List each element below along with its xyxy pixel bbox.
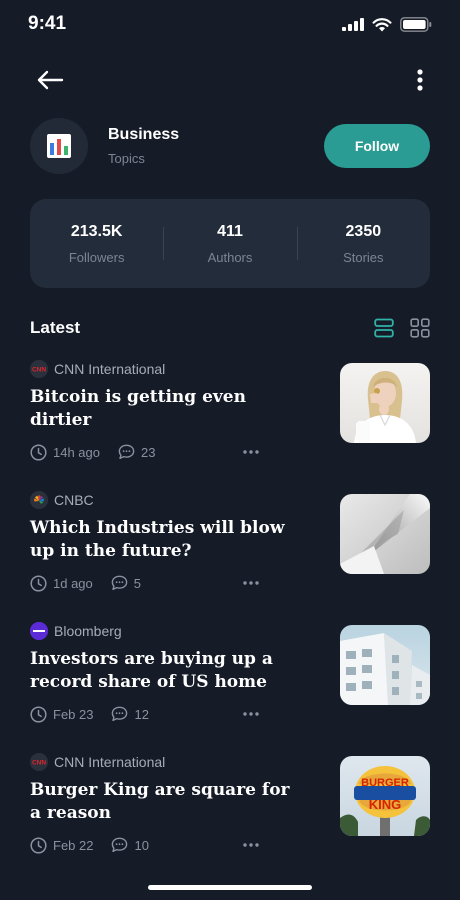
article-meta: 1d ago 5 [30,574,141,592]
more-options-button[interactable] [412,64,428,96]
article-time: Feb 23 [53,706,94,722]
list-view-icon [374,318,394,338]
cnn-logo: CNN [30,753,48,771]
cnn-logo-icon: CNN [30,753,48,771]
article-time: 14h ago [53,444,100,460]
article-headline[interactable]: Investors are buying up a record share o… [30,648,300,694]
article-thumbnail[interactable] [340,363,430,443]
cnbc-logo-icon [30,491,48,509]
article-headline[interactable]: Which Industries will blow up in the fut… [30,517,300,563]
arrow-left-icon [37,70,64,90]
bar-chart-icon [47,134,71,158]
topic-title: Business [108,126,180,143]
comment-icon [111,575,128,591]
status-icons [342,17,432,32]
article-meta: Feb 22 10 [30,836,149,854]
stat-authors[interactable]: 411 Authors [163,199,296,288]
topic-header: Business Topics Follow [30,118,430,174]
latest-header: Latest [30,318,430,340]
more-horizontal-icon [243,843,259,847]
article-source: CNBC [30,491,94,509]
article-source: CNN CNN International [30,360,165,378]
stat-stories[interactable]: 2350 Stories [296,199,430,288]
article-headline[interactable]: Burger King are square for a reason [30,779,300,825]
article-more-button[interactable] [242,837,260,853]
stat-value: 411 [217,222,243,240]
clock-icon [30,443,47,461]
article-source: Bloomberg [30,622,122,640]
article-item[interactable]: Bloomberg Investors are buying up a reco… [30,622,430,732]
woman-photo [340,363,430,443]
source-name[interactable]: CNBC [54,492,94,508]
article-meta: Feb 23 12 [30,705,149,723]
more-horizontal-icon [243,712,259,716]
article-time: Feb 22 [53,837,94,853]
clock-icon [30,574,47,592]
stat-value: 2350 [345,222,382,240]
comment-count: 10 [134,837,149,853]
clock-icon [30,705,47,723]
source-name[interactable]: Bloomberg [54,623,122,639]
section-title: Latest [30,318,81,337]
status-time: 9:41 [28,13,67,34]
article-headline[interactable]: Bitcoin is getting even dirtier [30,386,300,432]
stat-followers[interactable]: 213.5K Followers [30,199,163,288]
cnn-logo-icon: CNN [30,360,48,378]
clock-icon [30,836,47,854]
comment-icon [118,444,135,460]
home-indicator[interactable] [148,885,312,890]
battery-icon [400,17,432,32]
comment-count: 5 [133,575,141,591]
grid-view-button[interactable] [410,318,430,338]
bloomberg-logo [30,622,48,640]
burger-king-logo: BURGER KING [340,756,430,836]
article-thumbnail[interactable] [340,494,430,574]
article-item[interactable]: CNN CNN International Bitcoin is getting… [30,360,430,470]
article-time: 1d ago [53,575,93,591]
comment-icon [111,706,128,722]
topic-avatar [30,118,88,174]
cnbc-logo [30,491,48,509]
article-more-button[interactable] [242,444,260,460]
source-name[interactable]: CNN International [54,361,165,377]
comment-count: 23 [141,444,156,460]
more-vertical-icon [417,69,423,91]
article-item[interactable]: CNBC Which Industries will blow up in th… [30,491,430,601]
article-more-button[interactable] [242,575,260,591]
top-bar [0,60,460,100]
follow-button[interactable]: Follow [324,124,430,168]
topic-subtitle: Topics [108,151,145,166]
svg-text:BURGER: BURGER [361,777,409,789]
bloomberg-logo-icon [30,622,48,640]
svg-text:CNN: CNN [32,367,46,374]
comment-count: 12 [134,706,149,722]
stat-label: Stories [343,249,384,265]
stats-card: 213.5K Followers 411 Authors 2350 Storie… [30,199,430,288]
back-button[interactable] [34,64,66,96]
svg-text:CNN: CNN [32,760,46,767]
abstract-gray [340,494,430,574]
article-thumbnail[interactable]: BURGER KING [340,756,430,836]
article-thumbnail[interactable] [340,625,430,705]
stat-value: 213.5K [70,222,123,240]
status-bar: 9:41 [0,0,460,50]
svg-text:KING: KING [369,797,402,812]
more-horizontal-icon [243,581,259,585]
article-more-button[interactable] [242,706,260,722]
source-name[interactable]: CNN International [54,754,165,770]
article-meta: 14h ago 23 [30,443,155,461]
article-source: CNN CNN International [30,753,165,771]
stat-label: Authors [207,249,253,265]
cnn-logo: CNN [30,360,48,378]
grid-view-icon [410,318,430,338]
wifi-icon [372,17,392,31]
stat-label: Followers [68,249,125,265]
comment-icon [111,837,128,853]
article-item[interactable]: CNN CNN International Burger King are sq… [30,753,430,863]
signal-icon [342,18,364,31]
list-view-button[interactable] [374,318,394,338]
more-horizontal-icon [243,450,259,454]
white-building [340,625,430,705]
